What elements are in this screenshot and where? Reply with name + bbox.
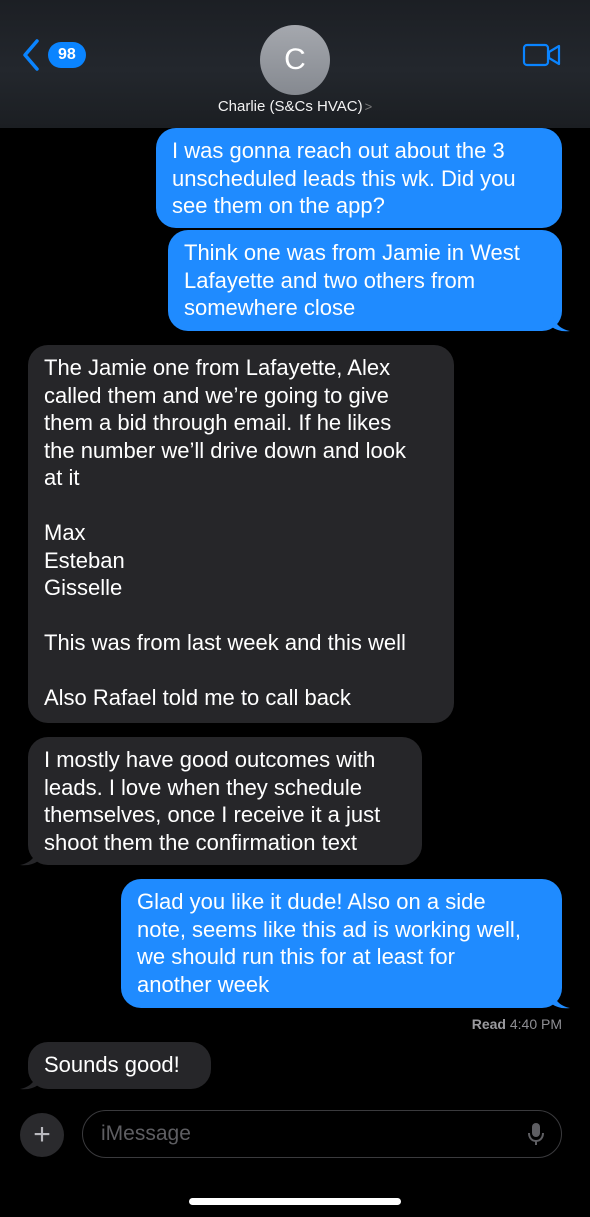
message-text: The Jamie one from Lafayette, Alex bbox=[44, 355, 391, 380]
message-bubble-incoming[interactable]: Sounds good! bbox=[28, 1042, 211, 1089]
message-text: Think one was from Jamie in West bbox=[184, 240, 520, 265]
home-indicator[interactable] bbox=[189, 1198, 401, 1205]
message-bubble-incoming[interactable]: I mostly have good outcomes with leads. … bbox=[28, 737, 422, 865]
chevron-left-icon bbox=[23, 39, 39, 71]
message-bubble-outgoing[interactable]: Think one was from Jamie in West Lafayet… bbox=[168, 230, 562, 331]
read-time: 4:40 PM bbox=[509, 1016, 562, 1032]
message-text: them a bid through email. If he likes bbox=[44, 410, 392, 435]
message-text: themselves, once I receive it a just bbox=[44, 802, 381, 827]
plus-icon: + bbox=[33, 1118, 51, 1151]
message-input-field[interactable] bbox=[82, 1110, 562, 1158]
message-text: called them and we’re going to give bbox=[44, 382, 389, 408]
message-text: somewhere close bbox=[184, 295, 356, 320]
back-button[interactable]: 98 bbox=[20, 38, 86, 72]
message-text: Max bbox=[44, 520, 86, 545]
message-text: see them on the app? bbox=[172, 193, 385, 218]
message-text: Esteban bbox=[44, 547, 125, 573]
read-label: Read bbox=[471, 1016, 506, 1032]
message-input[interactable] bbox=[99, 1121, 527, 1147]
video-call-icon[interactable] bbox=[522, 42, 562, 68]
message-text: at it bbox=[44, 465, 80, 490]
message-text: I mostly have good outcomes with bbox=[44, 747, 376, 772]
message-text: another week bbox=[137, 971, 270, 997]
bubble-tail bbox=[20, 847, 38, 866]
avatar-initial: C bbox=[284, 43, 306, 76]
message-text: leads. I love when they schedule bbox=[44, 774, 362, 800]
message-text: I was gonna reach out about the 3 bbox=[172, 138, 505, 163]
contact-name-button[interactable]: Charlie (S&Cs HVAC) > bbox=[0, 98, 590, 115]
apps-plus-button[interactable]: + bbox=[20, 1113, 64, 1157]
contact-name: Charlie (S&Cs HVAC) bbox=[217, 98, 363, 115]
message-text: Gisselle bbox=[44, 575, 123, 600]
message-bubble-outgoing[interactable]: I was gonna reach out about the 3 unsche… bbox=[156, 128, 562, 228]
message-text: the number we’ll drive down and look bbox=[44, 437, 406, 463]
message-text bbox=[44, 602, 438, 630]
message-text: Also Rafael told me to call back bbox=[44, 685, 351, 710]
message-text: This was from last week and this well bbox=[44, 630, 406, 655]
bubble-tail bbox=[20, 1071, 38, 1090]
read-receipt: Read 4:40 PM bbox=[472, 1016, 562, 1032]
message-text: Lafayette and two others from bbox=[184, 267, 476, 293]
message-text bbox=[44, 492, 438, 520]
bubble-tail bbox=[552, 313, 570, 332]
message-text bbox=[44, 657, 438, 685]
message-bubble-outgoing[interactable]: Glad you like it dude! Also on a side no… bbox=[121, 879, 562, 1008]
contact-avatar[interactable]: C bbox=[260, 25, 330, 95]
message-text: unscheduled leads this wk. Did you bbox=[172, 165, 516, 191]
message-bubble-incoming[interactable]: The Jamie one from Lafayette, Alex calle… bbox=[28, 345, 454, 723]
message-text: shoot them the confirmation text bbox=[44, 829, 358, 855]
message-text: Glad you like it dude! Also on a side bbox=[137, 889, 486, 914]
message-text: note, seems like this ad is working well… bbox=[137, 916, 521, 942]
microphone-icon[interactable] bbox=[527, 1121, 545, 1147]
message-text: we should run this for at least for bbox=[137, 944, 455, 969]
message-text: Sounds good! bbox=[44, 1052, 180, 1077]
conversation-header: 98 C Charlie (S&Cs HVAC) > bbox=[0, 0, 590, 128]
chevron-right-icon: > bbox=[364, 99, 373, 114]
unread-count-badge: 98 bbox=[48, 42, 86, 68]
bubble-tail bbox=[552, 990, 570, 1009]
